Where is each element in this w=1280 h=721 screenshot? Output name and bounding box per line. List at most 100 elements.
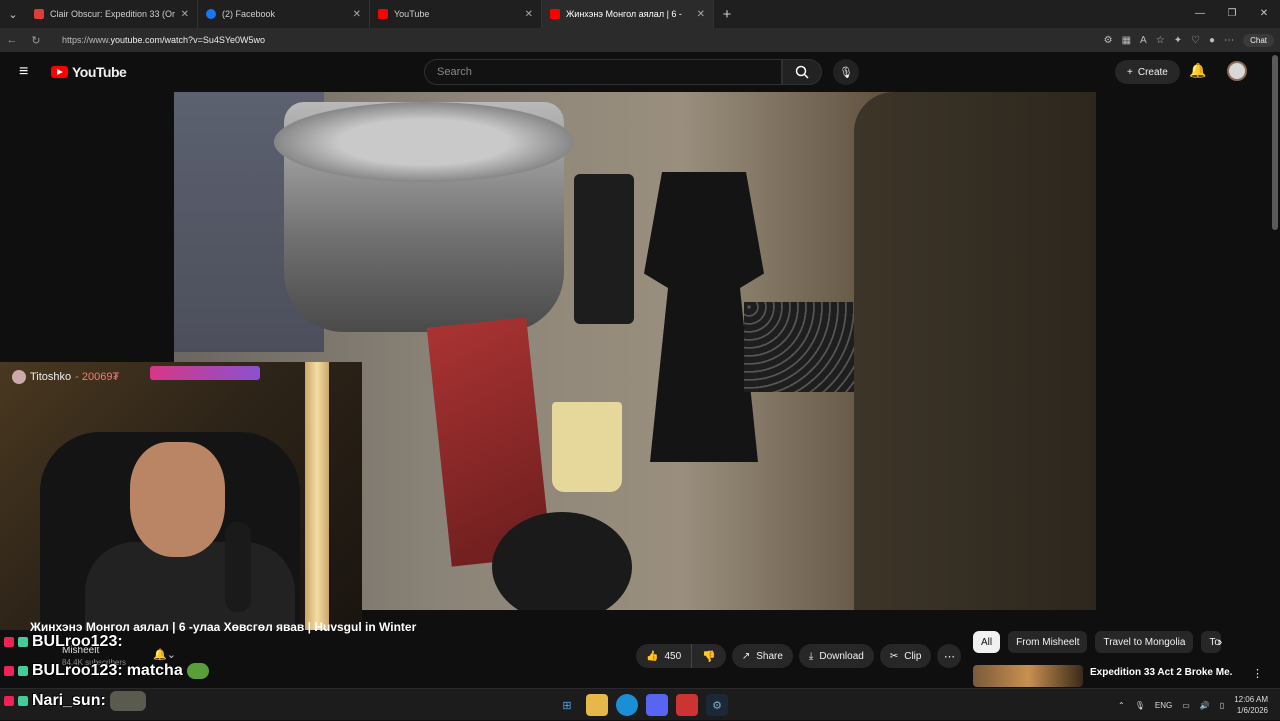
network-icon[interactable]: ▭: [1182, 701, 1190, 710]
url-field[interactable]: https://www.youtube.com/watch?v=Su4SYe0W…: [62, 35, 962, 45]
tab-close-icon[interactable]: ✕: [697, 9, 705, 20]
reader-icon[interactable]: ▦: [1122, 35, 1131, 46]
streamer-face: [130, 442, 225, 557]
url-main: youtube.com/watch?v=Su4SYe0W5wo: [110, 35, 266, 45]
taskbar-apps: ⊞ ⚙: [556, 694, 728, 716]
extension-icon[interactable]: ⚙: [1104, 35, 1113, 46]
create-label: Create: [1137, 66, 1168, 78]
tab-favicon-icon: [378, 9, 388, 19]
chip-travel-mongolia[interactable]: Travel to Mongolia: [1095, 631, 1194, 653]
browser-tab-youtube[interactable]: YouTube ✕: [370, 0, 542, 28]
hamburger-menu-icon[interactable]: ≡: [19, 63, 39, 81]
search-input[interactable]: Search: [424, 59, 782, 85]
url-prefix: https://www.: [62, 35, 111, 45]
tab-favicon-icon: [34, 9, 44, 19]
video-title: Жинхэнэ Монгол аялал | 6 -улаа Хөвсгөл я…: [30, 620, 417, 634]
donation-amount: - 20069₮: [75, 371, 120, 383]
more-menu-icon[interactable]: ⋯: [1224, 35, 1234, 46]
download-button[interactable]: ⤓ Download: [798, 644, 874, 668]
file-explorer-icon[interactable]: [586, 694, 608, 716]
chat-badge-icon: [4, 666, 14, 676]
tray-chevron-icon[interactable]: ⌃: [1118, 701, 1125, 710]
chat-username: BULroo123:: [32, 662, 123, 679]
create-button[interactable]: + Create: [1115, 60, 1180, 84]
voice-search-button[interactable]: 🎙: [833, 59, 859, 85]
like-dislike-group: 👍 450 👎: [636, 644, 726, 668]
tab-favicon-icon: [550, 9, 560, 19]
more-actions-button[interactable]: ⋯: [937, 644, 962, 668]
tab-close-icon[interactable]: ✕: [353, 9, 361, 20]
dislike-button[interactable]: 👎: [692, 650, 726, 663]
battery-icon[interactable]: ▯: [1220, 701, 1224, 710]
maximize-icon[interactable]: ❐: [1216, 0, 1248, 28]
subscription-bell-icon[interactable]: 🔔⌄: [153, 648, 176, 661]
chat-badge-icon: [4, 637, 14, 647]
browser-tab-active-video[interactable]: Жинхэнэ Монгол аялал | 6 - ✕: [542, 0, 714, 28]
more-dots-icon: ⋯: [943, 650, 955, 663]
volume-icon[interactable]: 🔊: [1200, 701, 1210, 710]
tab-title: (2) Facebook: [222, 9, 276, 19]
extensions-puzzle-icon[interactable]: ✦: [1174, 35, 1182, 46]
close-window-icon[interactable]: ✕: [1248, 0, 1280, 28]
lamp-light: [305, 362, 329, 630]
tab-list-menu-icon[interactable]: ⌄: [0, 0, 26, 28]
language-indicator[interactable]: ENG: [1155, 701, 1172, 710]
neon-light: [150, 366, 260, 380]
search-button[interactable]: [782, 59, 822, 85]
read-aloud-icon[interactable]: A: [1140, 35, 1147, 46]
video-actions: 👍 450 👎 ↗ Share ⤓ Download ✂ Clip ⋯: [636, 644, 962, 668]
new-tab-button[interactable]: +: [714, 6, 740, 23]
recommended-title[interactable]: Expedition 33 Act 2 Broke Me.: [1090, 667, 1232, 687]
clock[interactable]: 12:06 AM 1/6/2026: [1234, 694, 1268, 716]
notifications-bell-icon[interactable]: 🔔: [1189, 62, 1206, 79]
recommended-thumbnail[interactable]: [973, 665, 1083, 687]
donor-avatar-icon: [12, 370, 26, 384]
chat-username: Nari_sun:: [32, 692, 106, 709]
clock-time: 12:06 AM: [1234, 695, 1268, 704]
tray-mic-icon[interactable]: 🎙: [1135, 701, 1145, 710]
microphone-icon: 🎙: [839, 66, 853, 79]
profile-avatar-icon[interactable]: ●: [1209, 35, 1215, 46]
favorite-star-icon[interactable]: ☆: [1156, 35, 1165, 46]
account-avatar[interactable]: [1227, 61, 1247, 81]
tab-close-icon[interactable]: ✕: [181, 9, 189, 20]
chat-message: Nari_sun:: [4, 691, 146, 711]
clip-button[interactable]: ✂ Clip: [879, 644, 932, 668]
youtube-logo[interactable]: YouTube: [51, 64, 127, 80]
chat-message: BULroo123:: [4, 633, 123, 651]
video-frame-bowl: [492, 512, 632, 610]
copilot-chat-button[interactable]: Chat: [1243, 33, 1274, 47]
scissors-icon: ✂: [889, 650, 899, 662]
steam-icon[interactable]: ⚙: [706, 694, 728, 716]
video-frame-grill: [744, 302, 854, 392]
windows-start-icon[interactable]: ⊞: [556, 694, 578, 716]
windows-taskbar: ⊞ ⚙ ⌃ 🎙 ENG ▭ 🔊 ▯ 12:06 AM 1/6/2026: [0, 688, 1280, 720]
share-button[interactable]: ↗ Share: [731, 644, 793, 668]
chevron-right-icon[interactable]: ›: [1218, 634, 1222, 649]
system-tray: ⌃ 🎙 ENG ▭ 🔊 ▯ 12:06 AM 1/6/2026: [1118, 689, 1268, 721]
browser-tab-clair[interactable]: Clair Obscur: Expedition 33 (Origin ✕: [26, 0, 198, 28]
recommended-video[interactable]: Expedition 33 Act 2 Broke Me. ⋮: [973, 665, 1263, 687]
browser-tab-facebook[interactable]: (2) Facebook ✕: [198, 0, 370, 28]
thumbs-down-icon: 👎: [702, 650, 716, 663]
refresh-icon[interactable]: ↻: [24, 34, 48, 47]
more-vert-icon[interactable]: ⋮: [1252, 667, 1263, 680]
app-icon[interactable]: [676, 694, 698, 716]
minimize-icon[interactable]: —: [1184, 0, 1216, 28]
tab-favicon-icon: [206, 9, 216, 19]
browser-toolbar-extras: ⚙ ▦ A ☆ ✦ ♡ ● ⋯ Chat: [1104, 28, 1274, 52]
plus-icon: +: [1127, 66, 1133, 78]
chat-badge-icon: [18, 637, 28, 647]
discord-icon[interactable]: [646, 694, 668, 716]
chip-from-channel[interactable]: From Misheelt: [1008, 631, 1088, 653]
tab-close-icon[interactable]: ✕: [525, 9, 533, 20]
like-button[interactable]: 👍 450: [636, 644, 693, 668]
edge-browser-icon[interactable]: [616, 694, 638, 716]
chip-all[interactable]: All: [973, 631, 1001, 653]
page-scrollbar[interactable]: [1272, 55, 1278, 230]
back-icon[interactable]: ←: [0, 34, 24, 46]
frog-emote-icon: [186, 663, 209, 679]
chat-badge-icon: [18, 666, 28, 676]
address-bar: ← ↻ https://www.youtube.com/watch?v=Su4S…: [0, 28, 1280, 52]
favorites-icon[interactable]: ♡: [1191, 35, 1200, 46]
